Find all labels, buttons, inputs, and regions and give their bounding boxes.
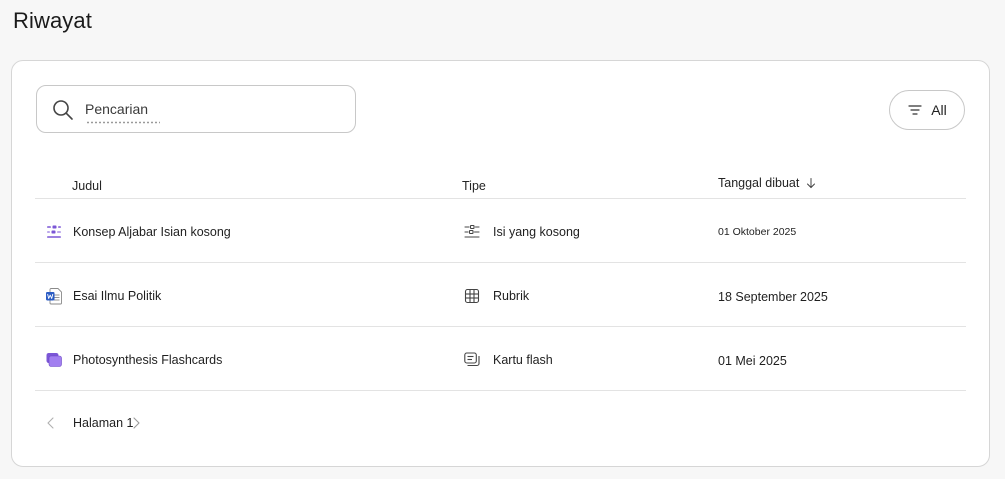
history-card: All Judul Tipe Tanggal dibuat xyxy=(11,60,990,467)
flashcards-icon xyxy=(45,351,63,369)
sort-descending-icon xyxy=(807,178,816,189)
row-type: Isi yang kosong xyxy=(493,225,580,239)
page-title: Riwayat xyxy=(13,8,92,33)
row-title[interactable]: Konsep Aljabar Isian kosong xyxy=(73,225,231,239)
table-row[interactable]: Konsep Aljabar Isian kosong Isi yang kos… xyxy=(35,199,966,263)
spellcheck-underline xyxy=(86,121,160,124)
fill-blank-icon xyxy=(45,223,63,241)
page-indicator: Halaman 1 xyxy=(73,416,134,430)
row-date: 18 September 2025 xyxy=(718,290,828,304)
filter-label: All xyxy=(931,102,947,118)
column-header-date-label: Tanggal dibuat xyxy=(718,176,800,190)
rubric-grid-icon xyxy=(463,287,481,305)
row-date: 01 Oktober 2025 xyxy=(718,226,797,238)
pagination: Halaman 1 xyxy=(45,413,143,433)
table-header: Judul Tipe Tanggal dibuat xyxy=(35,167,966,199)
table-row[interactable]: Photosynthesis Flashcards Kartu flash 01… xyxy=(35,327,966,391)
row-type: Rubrik xyxy=(493,289,530,303)
search-input[interactable] xyxy=(85,96,345,122)
row-date: 01 Mei 2025 xyxy=(718,354,787,368)
search-icon xyxy=(53,100,73,120)
column-header-date[interactable]: Tanggal dibuat xyxy=(718,176,817,190)
row-title[interactable]: Photosynthesis Flashcards xyxy=(73,353,222,367)
next-page-icon[interactable] xyxy=(131,416,143,430)
column-header-title[interactable]: Judul xyxy=(72,179,102,193)
previous-page-icon[interactable] xyxy=(45,416,57,430)
column-header-type[interactable]: Tipe xyxy=(462,179,486,193)
search-box[interactable] xyxy=(36,85,356,133)
filter-icon xyxy=(908,105,922,115)
flashcard-type-icon xyxy=(463,351,481,369)
word-document-icon xyxy=(45,287,63,305)
filter-button[interactable]: All xyxy=(889,90,965,130)
row-title[interactable]: Esai Ilmu Politik xyxy=(73,289,161,303)
fill-blank-type-icon xyxy=(463,223,481,241)
row-type: Kartu flash xyxy=(493,353,553,367)
table-row[interactable]: Esai Ilmu Politik Rubrik 18 September 20… xyxy=(35,263,966,327)
